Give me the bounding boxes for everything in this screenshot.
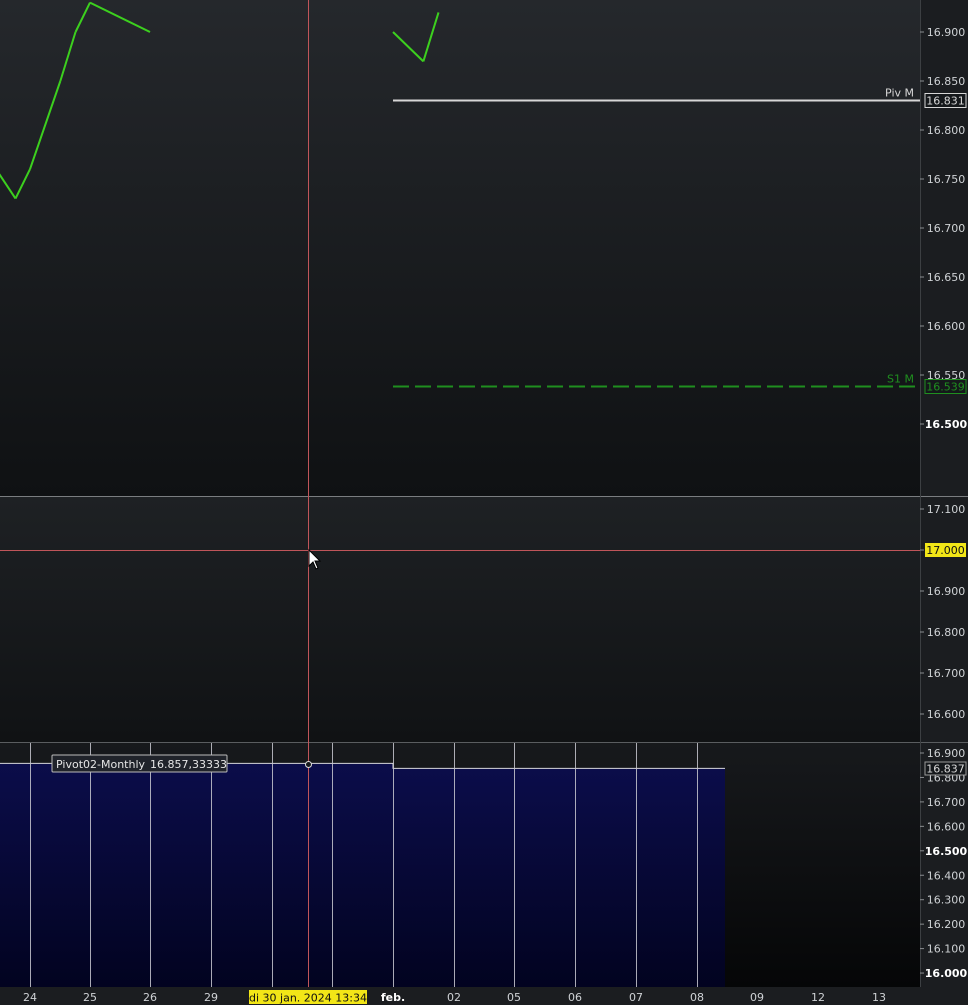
x-tick-label: 13 — [872, 991, 886, 1004]
y-tick-label: 16.400 — [927, 869, 966, 882]
x-tick-label: 24 — [23, 991, 37, 1004]
y-tick-label: 16.200 — [927, 918, 966, 931]
y-tick-label: 16.600 — [927, 820, 966, 833]
y-tick-label: 16.700 — [927, 796, 966, 809]
x-tick-label: 08 — [690, 991, 704, 1004]
level-value: 16.831 — [926, 95, 965, 108]
level-label: Piv M — [885, 87, 914, 100]
y-tick-label: 16.850 — [927, 75, 966, 88]
y-tick-label: 16.650 — [927, 271, 966, 284]
pivot-last-value: 16.837 — [926, 763, 965, 776]
x-tick-label: 07 — [629, 991, 643, 1004]
y-tick-label: 16.100 — [927, 943, 966, 956]
pivot-area-series — [0, 762, 725, 987]
tooltip-series-name: Pivot02-Monthly — [56, 758, 146, 771]
cursor-value-label: 17.000 — [926, 544, 965, 557]
indicator-pane[interactable] — [0, 497, 920, 742]
y-tick-label: 16.300 — [927, 894, 966, 907]
x-tick-label: 09 — [750, 991, 764, 1004]
x-tick-label: feb. — [381, 991, 405, 1004]
price-pane[interactable] — [0, 0, 920, 496]
y-tick-label: 16.900 — [927, 26, 966, 39]
x-cursor-label: di 30 jan. 2024 13:34 — [249, 992, 367, 1005]
x-tick-label: 25 — [83, 991, 97, 1004]
level-label: S1 M — [887, 373, 914, 386]
x-tick-label: 26 — [143, 991, 157, 1004]
y-tick-label: 16.900 — [927, 747, 966, 760]
trading-chart[interactable]: 16.900 16.850 16.800 16.750 16.700 16.650 16.6… — [0, 0, 968, 1005]
level-value: 16.539 — [926, 381, 965, 394]
x-tick-label: 02 — [447, 991, 461, 1004]
tooltip-anchor-point — [305, 761, 312, 768]
y-tick-label: 16.700 — [927, 667, 966, 680]
x-tick-label: 05 — [507, 991, 521, 1004]
y-tick-label: 16.500 — [925, 418, 968, 431]
x-tick-label: 29 — [204, 991, 218, 1004]
pivot-area-jan — [0, 763, 393, 987]
y-tick-label: 16.500 — [925, 845, 968, 858]
pivot-area-feb — [393, 768, 725, 987]
x-axis[interactable]: 24 25 26 29 feb. 02 05 06 07 08 09 12 13 — [23, 991, 886, 1004]
x-tick-label: 12 — [811, 991, 825, 1004]
y-tick-label: 16.750 — [927, 173, 966, 186]
y-tick-label: 16.900 — [927, 585, 966, 598]
y-tick-label: 16.800 — [927, 124, 966, 137]
y-tick-label: 17.100 — [927, 503, 966, 516]
y-tick-label: 16.800 — [927, 626, 966, 639]
y-tick-label: 16.000 — [925, 967, 968, 980]
y-tick-label: 16.700 — [927, 222, 966, 235]
price-y-axis[interactable]: 16.900 16.850 16.800 16.750 16.700 16.650 16.6… — [920, 26, 968, 431]
tooltip-series-value: 16.857,33333 — [150, 758, 227, 771]
y-tick-label: 16.600 — [927, 320, 966, 333]
y-tick-label: 16.600 — [927, 708, 966, 721]
x-tick-label: 06 — [568, 991, 582, 1004]
